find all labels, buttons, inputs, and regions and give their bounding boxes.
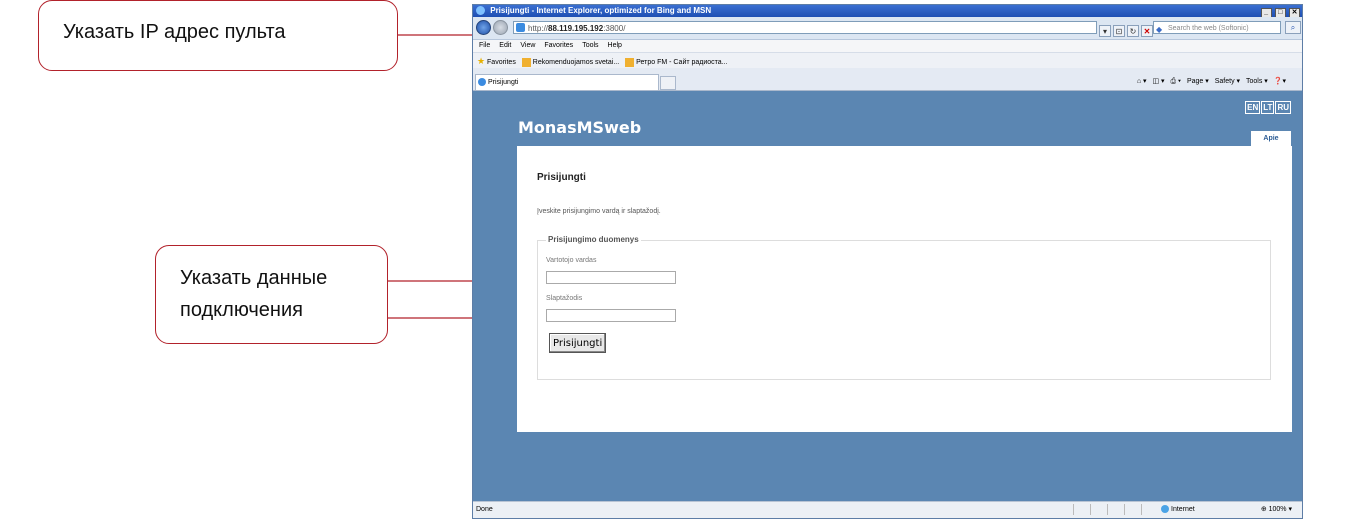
- url-prefix: http://: [528, 24, 549, 33]
- site-brand: MonasMSweb: [518, 118, 642, 137]
- tab-ie-icon: [478, 78, 486, 86]
- password-input[interactable]: [546, 309, 676, 322]
- login-panel: Prisijungti Įveskite prisijungimo vardą …: [517, 146, 1292, 432]
- favorites-item-2-label: Ретро FM - Сайт радиоста...: [636, 59, 728, 66]
- status-bar: Done Internet ⊕ 100% ▾: [473, 501, 1302, 518]
- menu-favorites[interactable]: Favorites: [544, 42, 573, 49]
- favorites-button[interactable]: Favorites: [487, 59, 516, 66]
- url-port: :3800/: [603, 24, 626, 33]
- url-input[interactable]: http://88.119.195.192:3800/: [513, 21, 1097, 34]
- stop-icon[interactable]: ✕: [1141, 25, 1153, 37]
- ie-logo-icon: [476, 6, 485, 15]
- search-button[interactable]: ⌕: [1285, 21, 1301, 34]
- address-tools: ▾ ⊡ ↻ ✕: [1099, 21, 1155, 39]
- favorite-page-icon: [521, 57, 531, 67]
- favorite-radio-icon: [625, 57, 635, 67]
- title-bar: Prisijungti - Internet Explorer, optimiz…: [473, 5, 1302, 18]
- username-label: Vartotojo vardas: [546, 257, 597, 264]
- callout-credentials-line2: подключения: [180, 299, 303, 321]
- page-content: EN LT RU MonasMSweb Apie Prisijungti Įvesk…: [473, 91, 1302, 502]
- home-icon[interactable]: ⌂ ▾: [1137, 78, 1147, 85]
- favorites-item-1-label: Rekomenduojamos svetai...: [532, 59, 620, 66]
- favorites-item-2[interactable]: Ретро FM - Сайт радиоста...: [625, 57, 728, 67]
- address-bar: http://88.119.195.192:3800/ ▾ ⊡ ↻ ✕ ◆ Searc…: [473, 17, 1302, 40]
- compatibility-icon[interactable]: ⊡: [1113, 25, 1125, 37]
- callout-credentials-line1: Указать данные: [180, 267, 328, 289]
- command-bar: ⌂ ▾ ◫ ▾ ⎙ ▾ Page ▾ Safety ▾ Tools ▾ ❓▾: [1133, 77, 1286, 86]
- page-icon: [516, 23, 525, 32]
- command-safety[interactable]: Safety ▾: [1215, 78, 1240, 85]
- tab-title: Prisijungti: [488, 79, 519, 86]
- username-input[interactable]: [546, 271, 676, 284]
- status-text: Done: [476, 506, 493, 513]
- login-fieldset: Prisijungimo duomenys Vartotojo vardas S…: [537, 235, 1271, 380]
- feeds-icon[interactable]: ◫ ▾: [1152, 78, 1164, 85]
- menu-file[interactable]: File: [479, 42, 490, 49]
- command-tools[interactable]: Tools ▾: [1246, 78, 1268, 85]
- callout-ip-address: Указать IP адрес пульта: [38, 0, 398, 71]
- search-placeholder: Search the web (Softonic): [1168, 25, 1249, 32]
- tab-bar: Prisijungti ⌂ ▾ ◫ ▾ ⎙ ▾ Page ▾ Safety ▾ …: [473, 68, 1302, 91]
- url-host: 88.119.195.192: [548, 24, 604, 33]
- menu-help[interactable]: Help: [608, 42, 622, 49]
- zone-label: Internet: [1171, 506, 1195, 513]
- refresh-icon[interactable]: ↻: [1127, 25, 1139, 37]
- apie-link[interactable]: Apie: [1251, 131, 1291, 146]
- security-zone[interactable]: Internet: [1161, 502, 1195, 518]
- lang-en[interactable]: EN: [1245, 101, 1261, 114]
- print-icon[interactable]: ⎙ ▾: [1171, 78, 1182, 85]
- menu-bar: File Edit View Favorites Tools Help: [473, 40, 1302, 52]
- password-label: Slaptažodis: [546, 295, 583, 302]
- window-title: Prisijungti - Internet Explorer, optimiz…: [490, 6, 712, 15]
- help-icon[interactable]: ❓▾: [1274, 78, 1286, 85]
- favorites-star-icon: ★: [477, 56, 486, 66]
- menu-edit[interactable]: Edit: [499, 42, 511, 49]
- back-button[interactable]: [476, 20, 491, 35]
- menu-tools[interactable]: Tools: [582, 42, 598, 49]
- callout-ip-text: Указать IP адрес пульта: [63, 21, 286, 43]
- language-switcher: EN LT RU: [1244, 97, 1291, 115]
- callout-credentials: Указать данные подключения: [155, 245, 388, 344]
- login-button[interactable]: Prisijungti: [549, 333, 607, 353]
- lang-ru[interactable]: RU: [1275, 101, 1291, 114]
- search-provider-icon: ◆: [1156, 25, 1163, 34]
- browser-window: Prisijungti - Internet Explorer, optimiz…: [472, 4, 1303, 519]
- zoom-level: 100%: [1268, 506, 1287, 513]
- dropdown-icon[interactable]: ▾: [1099, 25, 1111, 37]
- status-cells: [1073, 504, 1158, 522]
- lang-lt[interactable]: LT: [1261, 101, 1275, 114]
- zoom-control[interactable]: ⊕ 100% ▾: [1261, 502, 1292, 518]
- login-instructions: Įveskite prisijungimo vardą ir slaptažod…: [537, 208, 661, 215]
- page-title: Prisijungti: [537, 172, 586, 183]
- command-page[interactable]: Page ▾: [1187, 78, 1209, 85]
- forward-button[interactable]: [493, 20, 508, 35]
- new-tab-button[interactable]: [660, 76, 676, 90]
- search-input[interactable]: ◆ Search the web (Softonic): [1153, 21, 1281, 34]
- fieldset-legend: Prisijungimo duomenys: [546, 235, 641, 244]
- tab-prisijungti[interactable]: Prisijungti: [475, 74, 659, 90]
- favorites-item-1[interactable]: Rekomenduojamos svetai...: [521, 57, 620, 67]
- globe-icon: [1161, 505, 1169, 514]
- menu-view[interactable]: View: [520, 42, 535, 49]
